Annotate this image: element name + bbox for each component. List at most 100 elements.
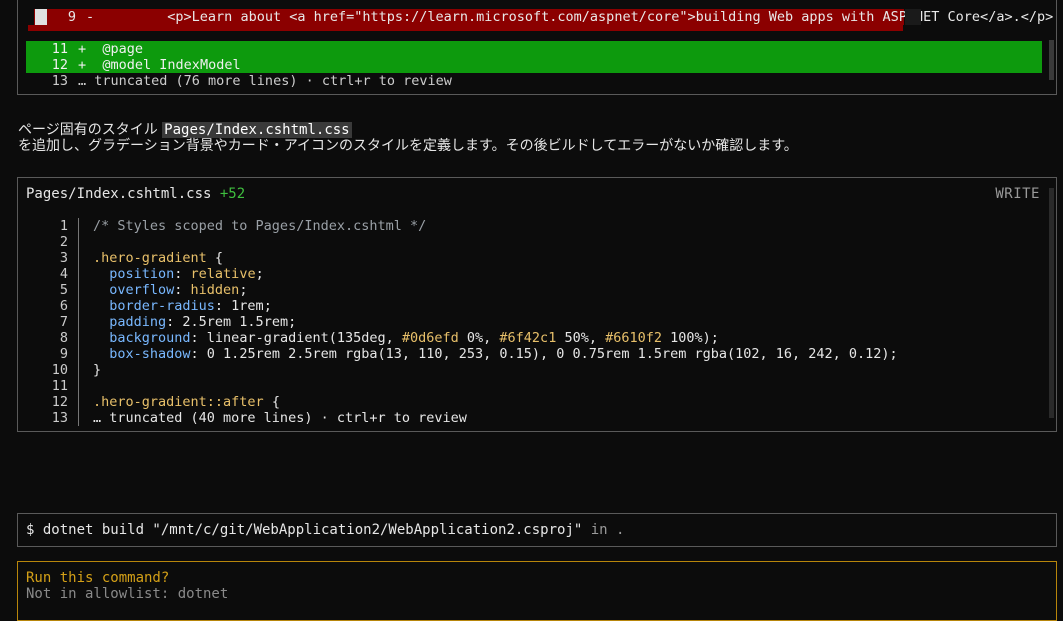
code-line: 10}: [26, 362, 898, 378]
gutter-bar: [78, 378, 85, 394]
diff-text: @page: [102, 41, 144, 57]
line-number: 7: [59, 314, 68, 330]
code-token: #0d6efd: [401, 330, 459, 346]
command-text: dotnet build "/mnt/c/git/WebApplication2…: [42, 522, 583, 538]
code-token: : linear-gradient(135deg,: [190, 330, 402, 346]
line-number: 5: [59, 282, 68, 298]
code-line: 8 background: linear-gradient(135deg, #0…: [26, 330, 898, 346]
code-line: 2: [26, 234, 898, 250]
assistant-message-line-2: を追加し、グラデーション背景やカード・アイコンのスタイルを定義します。その後ビル…: [18, 138, 798, 154]
line-number: 13: [51, 410, 68, 426]
lines-added-count: +52: [219, 186, 246, 202]
code-token: box-shadow: [93, 346, 191, 362]
code-token: : 2.5rem 1.5rem;: [166, 314, 297, 330]
code-token: relative: [190, 266, 256, 282]
diff-removed-continuation: [28, 25, 903, 31]
line-number: 12: [51, 394, 68, 410]
gutter-bar: [78, 346, 85, 362]
run-command-prompt[interactable]: Run this command? Not in allowlist: dotn…: [17, 561, 1057, 621]
diff-text: … truncated (76 more lines) · ctrl+r to …: [78, 73, 452, 89]
code-token: :: [174, 266, 191, 282]
gutter-bar: [78, 250, 85, 266]
shell-prompt: $: [26, 522, 43, 538]
code-line: 13 … truncated (40 more lines) · ctrl+r t…: [26, 410, 898, 426]
code-token: : 1rem;: [214, 298, 272, 314]
message-text: ページ固有のスタイル: [18, 122, 163, 138]
file-path-chip[interactable]: Pages/Index.cshtml.css: [162, 122, 352, 138]
code-token: /* Styles scoped to Pages/Index.cshtml *…: [93, 218, 427, 234]
command-line: $ dotnet build "/mnt/c/git/WebApplicatio…: [26, 522, 624, 538]
scrollbar-thumb[interactable]: [1049, 40, 1054, 80]
line-number: 8: [59, 330, 68, 346]
code-token: position: [93, 266, 175, 282]
code-token: ;: [255, 266, 264, 282]
diff-gap: [905, 9, 921, 25]
gutter-bar: [78, 234, 85, 250]
gutter-bar: [78, 266, 85, 282]
gutter-bar: [78, 298, 85, 314]
code-token: #6f42c1: [499, 330, 557, 346]
diff-sign: +: [78, 57, 87, 73]
diff-line-removed: 9- <p>Learn about <a href="https://learn…: [34, 9, 1053, 25]
code-line: 5 overflow: hidden;: [26, 282, 898, 298]
code-token: border-radius: [93, 298, 215, 314]
file-write-preview: Pages/Index.cshtml.css +52 WRITE 1 /* Sty…: [17, 177, 1057, 432]
line-number: 6: [59, 298, 68, 314]
code-token: #6610f2: [605, 330, 663, 346]
code-line: 9 box-shadow: 0 1.25rem 2.5rem rgba(13, …: [26, 346, 898, 362]
code-token: }: [93, 362, 102, 378]
gutter-bar: [78, 330, 85, 346]
code-token: :: [174, 282, 191, 298]
line-number: 9: [59, 346, 68, 362]
diff-sign: +: [78, 41, 87, 57]
gutter-bar: [78, 218, 85, 234]
line-number: 2: [59, 234, 68, 250]
approval-subtitle: Not in allowlist: dotnet: [26, 586, 229, 602]
line-number: 13: [51, 73, 68, 89]
code-token: .hero-gradient::after: [93, 394, 264, 410]
diff-truncated-line[interactable]: 13 … truncated (76 more lines) · ctrl+r t…: [26, 73, 1042, 89]
code-token: padding: [93, 314, 167, 330]
line-number: 10: [51, 362, 68, 378]
cursor-block: [35, 9, 47, 25]
code-token: {: [263, 394, 280, 410]
line-number: 1: [59, 218, 68, 234]
code-line: 7 padding: 2.5rem 1.5rem;: [26, 314, 898, 330]
line-number: 11: [51, 41, 68, 57]
line-number: 3: [59, 250, 68, 266]
gutter-bar: [78, 314, 85, 330]
command-cwd: in .: [582, 522, 625, 538]
code-token: 0%,: [458, 330, 500, 346]
code-line: 4 position: relative;: [26, 266, 898, 282]
code-token: hidden: [190, 282, 240, 298]
code-token: background: [93, 330, 191, 346]
diff-line-added: 11 + @page: [26, 41, 1042, 57]
gutter-bar: [78, 282, 85, 298]
code-line: 3 .hero-gradient {: [26, 250, 898, 266]
code-block: 1 /* Styles scoped to Pages/Index.cshtml …: [26, 218, 898, 426]
code-line: 1 /* Styles scoped to Pages/Index.cshtml …: [26, 218, 898, 234]
gutter-bar: [78, 394, 85, 410]
write-mode-label: WRITE: [995, 186, 1040, 202]
diff-line-added: 12 + @model IndexModel: [26, 57, 1042, 73]
code-line: 11: [26, 378, 898, 394]
code-token: overflow: [93, 282, 175, 298]
code-token: .hero-gradient: [93, 250, 207, 266]
code-line: 12 .hero-gradient::after {: [26, 394, 898, 410]
gutter-bar: [78, 362, 85, 378]
code-line: 6 border-radius: 1rem;: [26, 298, 898, 314]
line-number: 4: [59, 266, 68, 282]
code-token: : 0 1.25rem 2.5rem rgba(13, 110, 253, 0.…: [190, 346, 898, 362]
code-token: 50%,: [556, 330, 606, 346]
diff-preview: 9- <p>Learn about <a href="https://learn…: [17, 0, 1057, 95]
scrollbar-track[interactable]: [1049, 188, 1054, 418]
diff-sign: -: [86, 9, 95, 25]
file-name[interactable]: Pages/Index.cshtml.css: [26, 186, 211, 202]
gutter-bar: [78, 410, 85, 426]
code-token: {: [206, 250, 224, 266]
diff-text: @model IndexModel: [102, 57, 241, 73]
file-header: Pages/Index.cshtml.css +52: [26, 186, 245, 202]
command-preview: $ dotnet build "/mnt/c/git/WebApplicatio…: [17, 513, 1057, 547]
code-token: ;: [239, 282, 248, 298]
approval-title: Run this command?: [26, 570, 170, 586]
